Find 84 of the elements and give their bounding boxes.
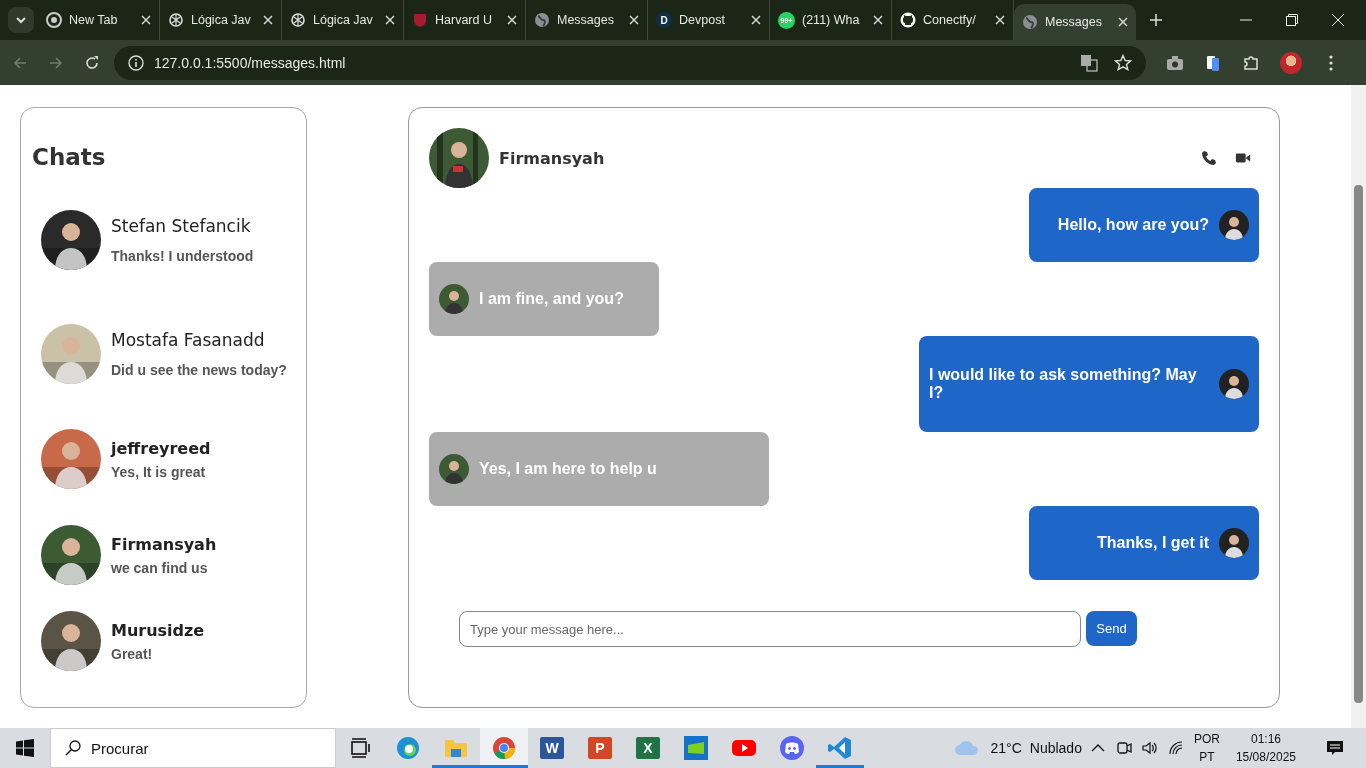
- message-preview: Thanks! I understood: [111, 248, 254, 264]
- close-icon[interactable]: [507, 15, 517, 25]
- puzzle-icon[interactable]: [1242, 53, 1260, 72]
- taskbar-app[interactable]: W: [528, 728, 576, 768]
- chat-item[interactable]: jeffreyreed Yes, It is great: [41, 429, 306, 489]
- devpost-icon: D: [656, 12, 672, 28]
- search-icon: [65, 740, 81, 756]
- chat-item[interactable]: Mostafa Fasanadd Did u see the news today?: [41, 324, 306, 384]
- contact-name: Firmansyah: [111, 534, 217, 554]
- contact-name: Mostafa Fasanadd: [111, 330, 266, 350]
- translate-icon[interactable]: [1080, 53, 1098, 72]
- close-icon[interactable]: [629, 15, 639, 25]
- wave-icon: [396, 736, 420, 760]
- phone-icon[interactable]: [1201, 150, 1217, 166]
- globe-icon: [534, 12, 550, 28]
- message-bubble: Yes, I am here to help u: [429, 432, 769, 506]
- input-language[interactable]: POR PT: [1193, 730, 1220, 766]
- message-preview: Did u see the news today?: [111, 362, 287, 378]
- close-icon[interactable]: [995, 15, 1005, 25]
- weather-condition[interactable]: Nublado: [1029, 740, 1082, 756]
- info-icon: [128, 54, 144, 71]
- wifi-icon[interactable]: [1167, 740, 1184, 756]
- knot-icon: [168, 12, 184, 28]
- ribbon-icon: [828, 736, 852, 760]
- contact-name: Firmansyah: [499, 148, 606, 168]
- task-view-icon: [348, 736, 372, 760]
- message-bubble: Thanks, I get it: [1029, 506, 1259, 580]
- camera-icon[interactable]: [1166, 53, 1184, 72]
- profile-avatar[interactable]: [1280, 51, 1302, 74]
- message-preview: Yes, It is great: [111, 463, 207, 480]
- chrome-icon: [492, 736, 516, 760]
- message-bubble: I would like to ask something? May I?: [919, 336, 1259, 432]
- taskbar-app[interactable]: P: [576, 728, 624, 768]
- chrome-icon: [46, 12, 62, 28]
- notifications-icon[interactable]: [1326, 739, 1344, 757]
- contact-name: Murusidze: [111, 620, 205, 640]
- chat-item[interactable]: Stefan Stefancik Thanks! I understood: [41, 210, 306, 270]
- message-bubble: Hello, how are you?: [1029, 188, 1259, 262]
- reload-icon[interactable]: [84, 54, 100, 71]
- contact-name: jeffreyreed: [111, 438, 211, 458]
- chat-item[interactable]: Firmansyah we can find us: [41, 525, 306, 585]
- new-tab-icon[interactable]: [1150, 14, 1162, 26]
- close-icon[interactable]: [141, 15, 151, 25]
- chevron-down-icon: [15, 16, 27, 24]
- message-bubble: I am fine, and you?: [429, 262, 659, 336]
- search-field[interactable]: Procurar: [50, 728, 336, 768]
- globe-icon: [1022, 14, 1038, 30]
- close-icon[interactable]: [385, 15, 395, 25]
- send-button[interactable]: Send: [1086, 611, 1137, 646]
- close-icon[interactable]: [1118, 17, 1128, 27]
- browser-tab[interactable]: Messages: [1014, 4, 1136, 40]
- shield-icon: [412, 12, 428, 28]
- message-preview: Great!: [111, 645, 154, 662]
- chat-item[interactable]: Murusidze Great!: [41, 611, 306, 671]
- windows-start-icon[interactable]: [16, 739, 34, 757]
- close-icon[interactable]: [1332, 14, 1344, 26]
- knot-icon: [290, 12, 306, 28]
- word-icon: W: [540, 737, 564, 759]
- powerpoint-icon: P: [588, 737, 612, 759]
- taskbar-app[interactable]: [480, 728, 528, 768]
- scrollbar[interactable]: [1351, 85, 1366, 728]
- cat-icon: [900, 12, 916, 28]
- close-icon[interactable]: [873, 15, 883, 25]
- back-icon[interactable]: [12, 54, 28, 71]
- clock[interactable]: 01:16 15/08/2025: [1235, 730, 1296, 766]
- documents-icon[interactable]: [1204, 53, 1222, 72]
- tab-search-button[interactable]: [8, 7, 34, 33]
- taskbar-app[interactable]: X: [624, 728, 672, 768]
- chats-title: Chats: [32, 144, 107, 170]
- speaker-icon[interactable]: [1141, 740, 1158, 756]
- message-input[interactable]: Type your message here...: [459, 611, 1081, 647]
- close-icon[interactable]: [751, 15, 761, 25]
- message-preview: we can find us: [111, 559, 209, 576]
- contact-name: Stefan Stefancik: [111, 216, 252, 236]
- bars-icon: [684, 736, 708, 760]
- close-icon[interactable]: [263, 15, 273, 25]
- restore-icon[interactable]: [1286, 14, 1298, 26]
- star-icon[interactable]: [1114, 53, 1132, 72]
- camera-icon[interactable]: [1115, 740, 1132, 756]
- address-bar[interactable]: 127.0.0.1:5500/messages.html: [114, 45, 1146, 80]
- forward-icon[interactable]: [48, 54, 64, 71]
- weather-temperature[interactable]: 21°C: [990, 740, 1022, 756]
- excel-icon: X: [636, 737, 660, 759]
- gamepad-icon: [780, 736, 804, 760]
